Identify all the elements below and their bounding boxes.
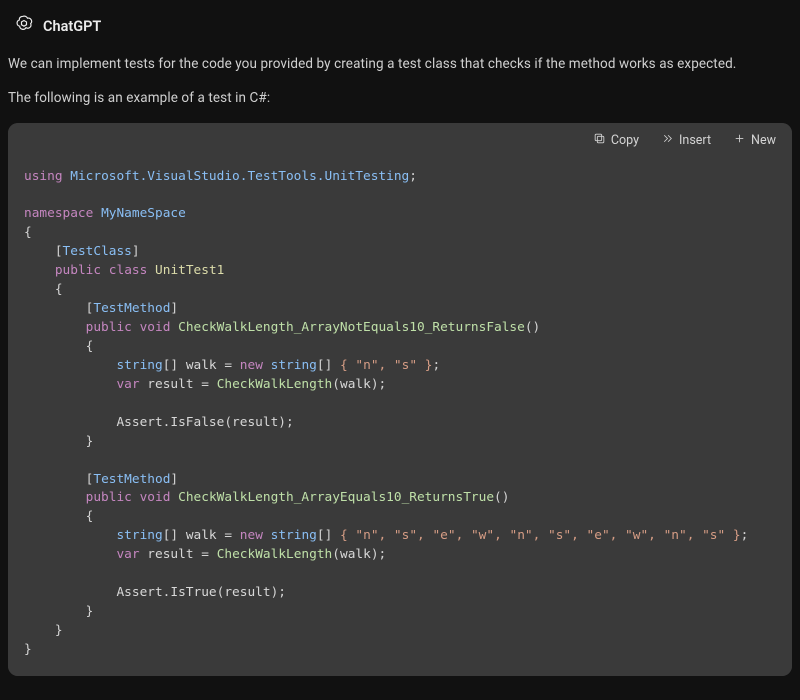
new-button[interactable]: New — [733, 132, 776, 149]
message-paragraph-1: We can implement tests for the code you … — [8, 54, 792, 74]
copy-label: Copy — [611, 133, 639, 148]
copy-button[interactable]: Copy — [593, 132, 639, 149]
copy-icon — [593, 132, 606, 149]
chat-header: ChatGPT — [0, 0, 800, 48]
chat-title: ChatGPT — [43, 18, 101, 35]
new-label: New — [751, 133, 776, 148]
message-content: We can implement tests for the code you … — [0, 54, 800, 676]
message-paragraph-2: The following is an example of a test in… — [8, 88, 792, 108]
plus-icon — [733, 132, 746, 149]
insert-icon — [661, 132, 674, 149]
code-toolbar: Copy Insert New — [8, 123, 792, 158]
insert-label: Insert — [679, 133, 711, 148]
insert-button[interactable]: Insert — [661, 132, 711, 149]
chatgpt-logo-icon — [14, 14, 34, 38]
code-block-container: Copy Insert New using Microsoft.VisualSt… — [8, 123, 792, 676]
code-block: using Microsoft.VisualStudio.TestTools.U… — [8, 158, 792, 676]
